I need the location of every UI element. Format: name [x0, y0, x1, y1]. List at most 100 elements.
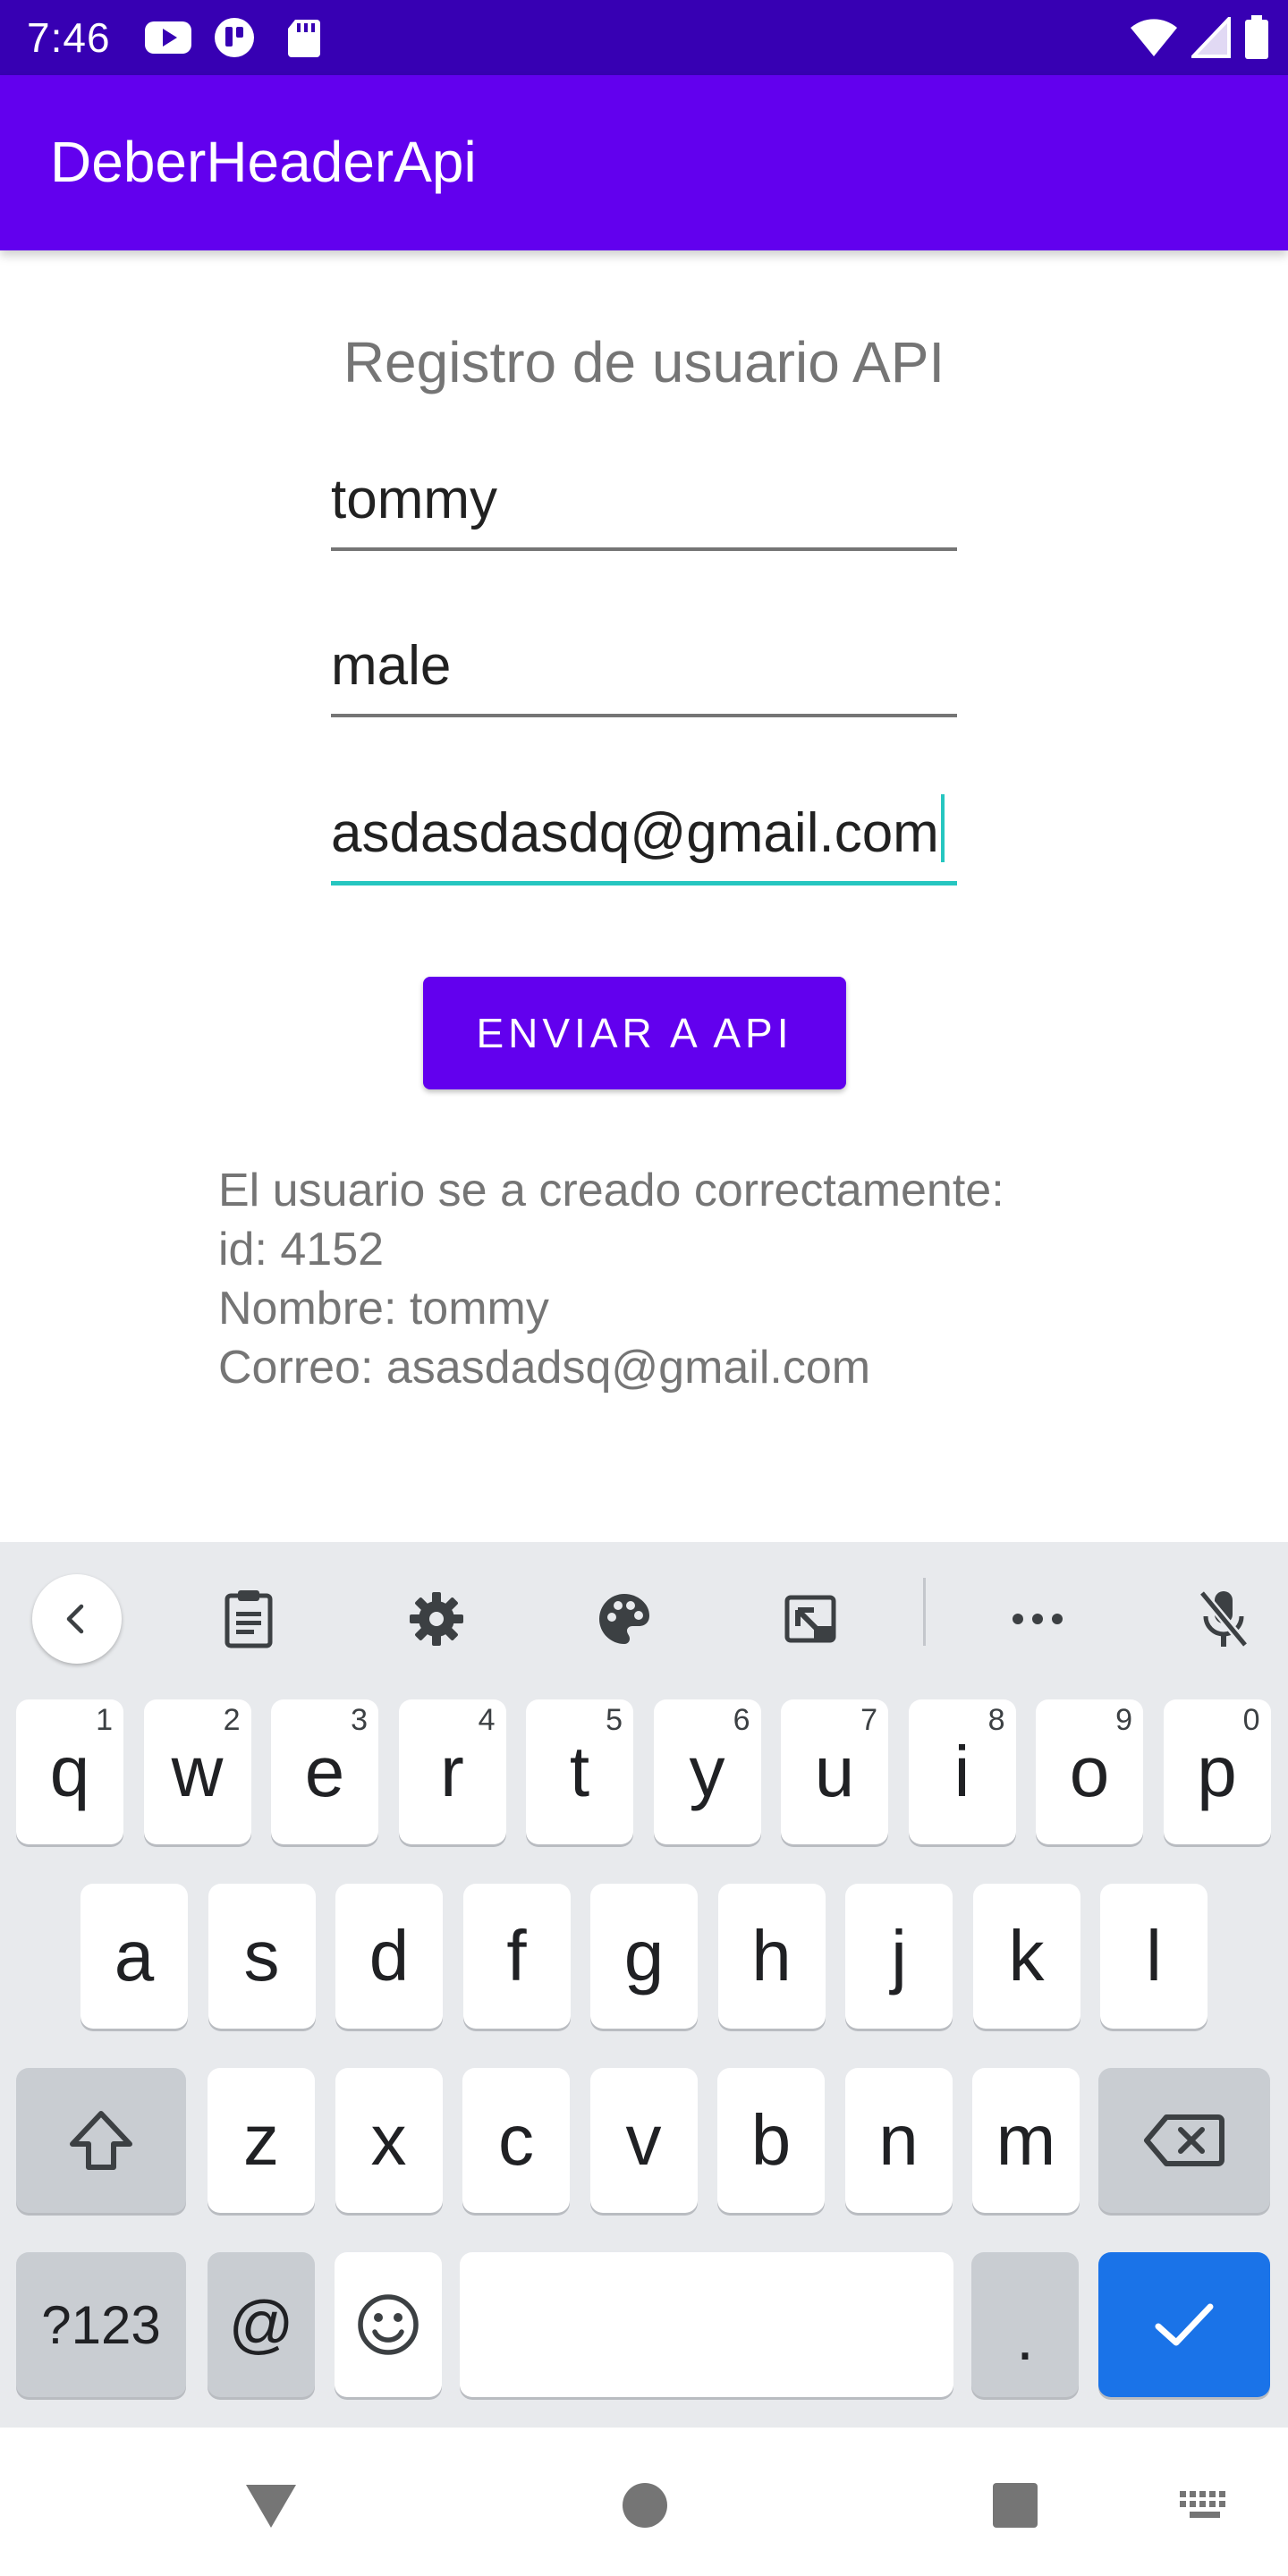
keyboard-switch-icon[interactable]: [1174, 2474, 1236, 2537]
clipboard-icon[interactable]: [204, 1574, 293, 1664]
form-title: Registro de usuario API: [343, 330, 945, 394]
key-x-label: x: [370, 2100, 407, 2180]
key-r-label: r: [440, 1732, 464, 1811]
key-w[interactable]: w2: [143, 1699, 251, 1844]
gear-icon[interactable]: [392, 1574, 481, 1664]
key-q-label: q: [49, 1732, 90, 1811]
result-line-email: Correo: asasdadsq@gmail.com: [218, 1342, 871, 1394]
key-q-hint: 1: [96, 1703, 113, 1737]
key-j-label: j: [891, 1916, 907, 1996]
checkmark-icon: [1155, 2303, 1214, 2346]
key-m[interactable]: m: [972, 2068, 1080, 2213]
key-h-label: h: [751, 1916, 792, 1996]
key-t-label: t: [569, 1732, 590, 1811]
mic-off-icon[interactable]: [1179, 1574, 1268, 1664]
key-r-hint: 4: [478, 1703, 496, 1737]
key-b[interactable]: b: [717, 2068, 825, 2213]
key-e[interactable]: e3: [271, 1699, 378, 1844]
result-line-name: Nombre: tommy: [218, 1283, 549, 1335]
battery-icon: [1245, 15, 1268, 59]
keyboard-toolbar: [0, 1542, 1288, 1676]
key-s[interactable]: s: [208, 1884, 316, 2029]
period-key[interactable]: .: [971, 2252, 1079, 2397]
key-t-hint: 5: [606, 1703, 623, 1737]
key-o[interactable]: o9: [1036, 1699, 1143, 1844]
key-i-hint: 8: [987, 1703, 1005, 1737]
navigation-bar: [0, 2428, 1288, 2576]
chevron-left-icon[interactable]: [32, 1574, 122, 1664]
home-circle-icon[interactable]: [614, 2474, 676, 2537]
key-k[interactable]: k: [972, 1884, 1080, 2029]
resize-icon[interactable]: [766, 1574, 855, 1664]
backspace-key[interactable]: [1098, 2068, 1270, 2213]
key-f-label: f: [506, 1916, 527, 1996]
key-a[interactable]: a: [80, 1884, 188, 2029]
email-input-container: asdasdasdq@gmail.com: [331, 794, 945, 865]
key-z-label: z: [243, 2100, 279, 2180]
at-key[interactable]: @: [208, 2252, 315, 2397]
key-f[interactable]: f: [462, 1884, 571, 2029]
key-w-hint: 2: [223, 1703, 241, 1737]
back-triangle-icon[interactable]: [240, 2474, 302, 2537]
result-line-status: El usuario se a creado correctamente:: [218, 1165, 1004, 1216]
emoji-key[interactable]: [335, 2252, 442, 2397]
key-y[interactable]: y6: [653, 1699, 761, 1844]
send-to-api-button[interactable]: ENVIAR A API: [423, 977, 846, 1089]
status-icons: [1129, 14, 1270, 61]
key-c[interactable]: c: [462, 2068, 570, 2213]
palette-icon[interactable]: [580, 1574, 669, 1664]
key-q[interactable]: q1: [16, 1699, 123, 1844]
period-key-label: .: [1015, 2302, 1034, 2374]
symbols-key[interactable]: ?123: [16, 2252, 186, 2397]
key-k-label: k: [1008, 1916, 1045, 1996]
key-u[interactable]: u7: [781, 1699, 888, 1844]
key-n[interactable]: n: [844, 2068, 953, 2213]
result-message: El usuario se a creado correctamente: id…: [218, 1161, 1004, 1397]
key-v[interactable]: v: [589, 2068, 698, 2213]
sd-card-icon: [288, 20, 320, 57]
key-p-label: p: [1197, 1732, 1237, 1811]
text-cursor: [940, 794, 945, 862]
key-h[interactable]: h: [717, 1884, 826, 2029]
shift-key[interactable]: [16, 2068, 186, 2213]
recents-square-icon[interactable]: [984, 2474, 1046, 2537]
key-g[interactable]: g: [590, 1884, 698, 2029]
name-input[interactable]: tommy: [331, 453, 957, 551]
key-m-label: m: [996, 2100, 1056, 2180]
key-s-label: s: [243, 1916, 280, 1996]
key-l[interactable]: l: [1100, 1884, 1208, 2029]
key-i[interactable]: i8: [908, 1699, 1016, 1844]
key-l-label: l: [1146, 1916, 1162, 1996]
email-input[interactable]: asdasdasdq@gmail.com: [331, 787, 957, 886]
key-z[interactable]: z: [208, 2068, 315, 2213]
status-time: 7:46: [27, 14, 111, 61]
key-y-label: y: [689, 1732, 725, 1811]
key-y-hint: 6: [733, 1703, 750, 1737]
key-g-label: g: [623, 1916, 665, 1996]
key-o-hint: 9: [1115, 1703, 1132, 1737]
key-e-hint: 3: [351, 1703, 368, 1737]
key-j[interactable]: j: [845, 1884, 953, 2029]
symbols-key-label: ?123: [41, 2294, 161, 2355]
key-o-label: o: [1069, 1732, 1110, 1811]
soft-keyboard: q 1 w 2 e 3 r 4 t 5 y 6 u 7 i 8 o 9 p 0 a s d f g h j k l z x c v b n m ?123…: [0, 1542, 1288, 2428]
email-input-value: asdasdasdq@gmail.com: [331, 802, 939, 864]
gender-input[interactable]: male: [331, 619, 957, 717]
app-title: DeberHeaderApi: [50, 130, 477, 194]
key-p[interactable]: p0: [1163, 1699, 1271, 1844]
key-a-label: a: [114, 1916, 155, 1996]
space-key[interactable]: [460, 2252, 953, 2397]
emoji-icon: [358, 2294, 419, 2355]
key-x[interactable]: x: [335, 2068, 443, 2213]
key-d-label: d: [369, 1916, 410, 1996]
key-r[interactable]: r4: [398, 1699, 506, 1844]
toolbar-divider: [923, 1578, 926, 1646]
key-n-label: n: [878, 2100, 919, 2180]
key-d[interactable]: d: [335, 1884, 443, 2029]
signal-icon: [1191, 17, 1231, 58]
key-v-label: v: [625, 2100, 662, 2180]
enter-key[interactable]: [1098, 2252, 1270, 2397]
key-t[interactable]: t5: [526, 1699, 633, 1844]
app-bar: DeberHeaderApi: [0, 75, 1288, 250]
more-icon[interactable]: [993, 1574, 1082, 1664]
